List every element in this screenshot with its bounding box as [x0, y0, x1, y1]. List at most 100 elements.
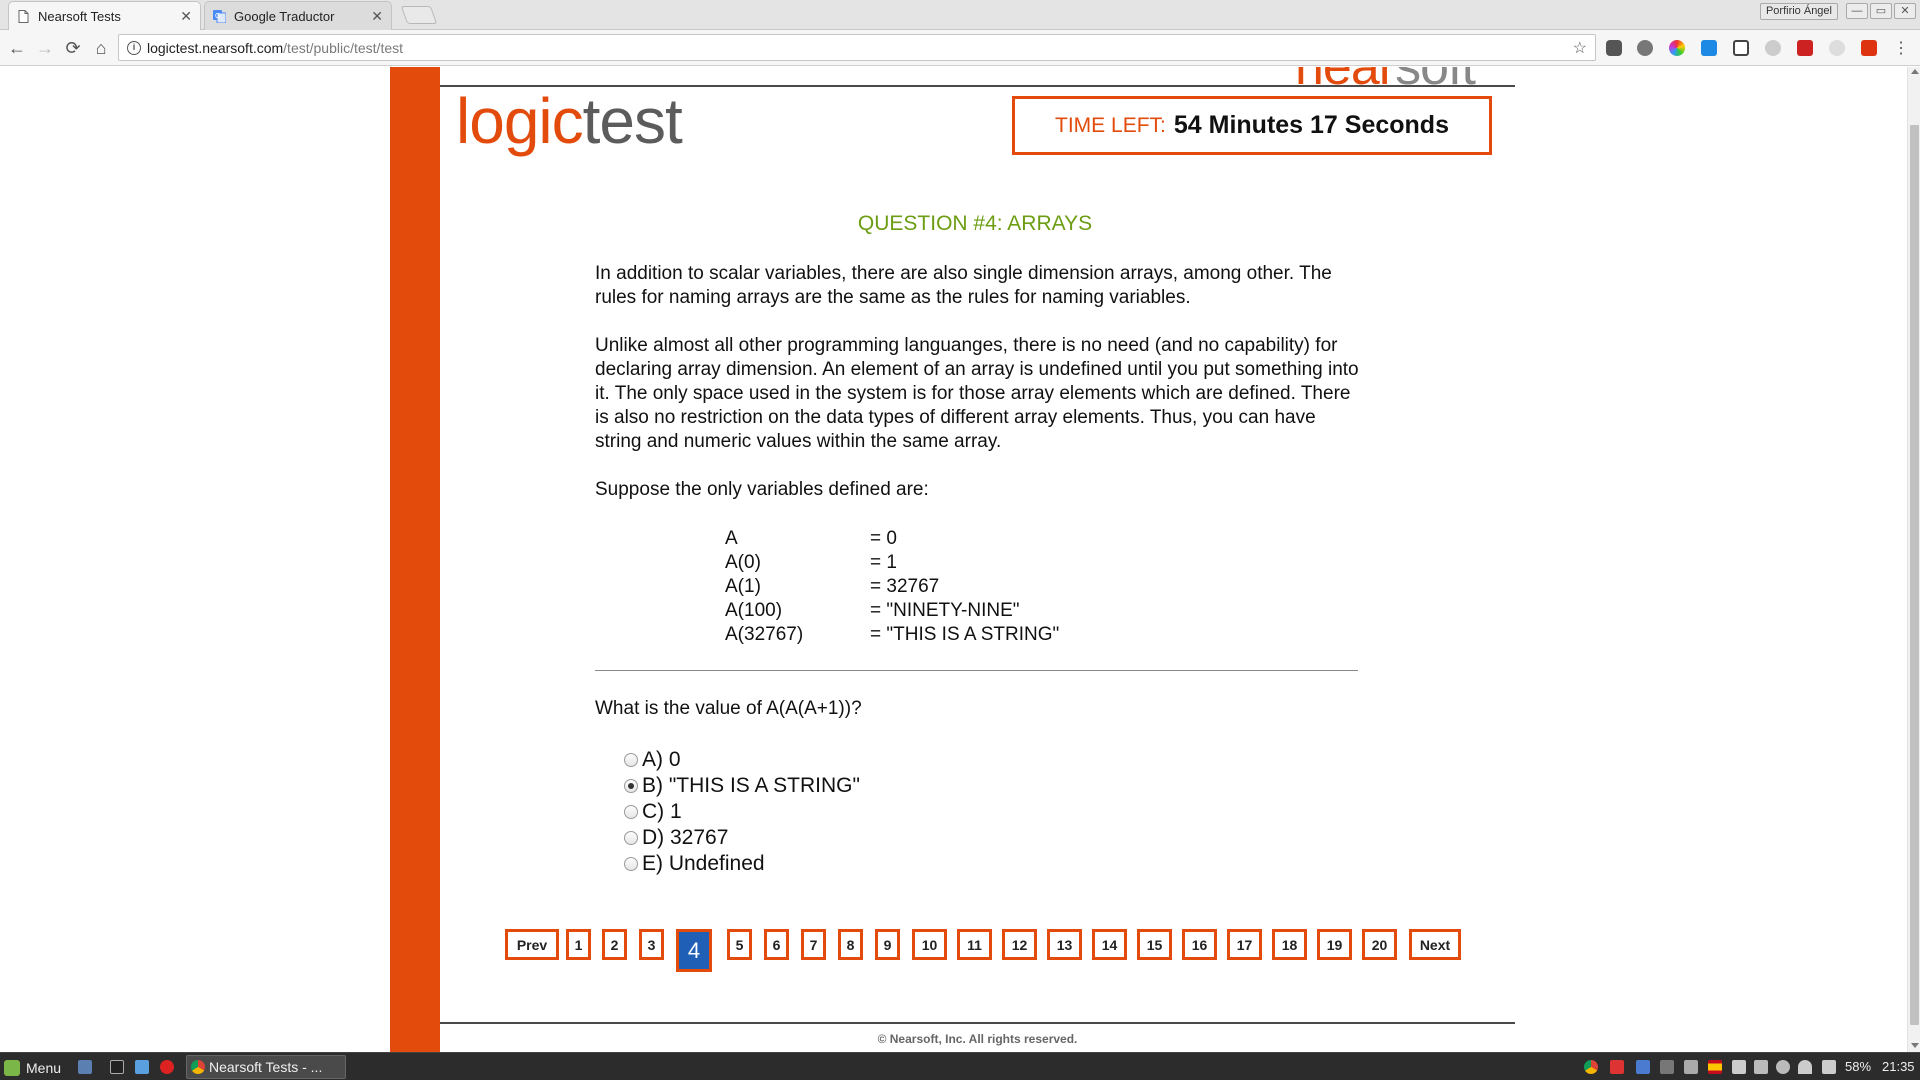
terminal-icon[interactable] [110, 1060, 124, 1074]
gmail-tray-icon[interactable] [1610, 1060, 1624, 1074]
page-button-1[interactable]: 1 [566, 929, 591, 960]
battery-icon[interactable] [1822, 1060, 1836, 1074]
shield-icon[interactable] [1636, 1060, 1650, 1074]
tab-google-traductor[interactable]: G Google Traductor ✕ [204, 1, 392, 30]
vertical-scrollbar[interactable] [1907, 67, 1920, 1052]
question-prompt: What is the value of A(A(A+1))? [595, 698, 862, 719]
taskbar-window-nearsoft-tests[interactable]: Nearsoft Tests - ... [186, 1055, 346, 1079]
page-button-9[interactable]: 9 [875, 929, 900, 960]
question-body: In addition to scalar variables, there a… [595, 262, 1365, 526]
scroll-up-arrow-icon[interactable] [1911, 69, 1919, 74]
page-button-14[interactable]: 14 [1092, 929, 1127, 960]
paragraph: Unlike almost all other programming lang… [595, 335, 1359, 452]
url-host: logictest.nearsoft.com [147, 39, 284, 56]
page-button-17[interactable]: 17 [1227, 929, 1262, 960]
scroll-thumb[interactable] [1910, 125, 1919, 1025]
page-button-15[interactable]: 15 [1137, 929, 1172, 960]
page-button-6[interactable]: 6 [764, 929, 789, 960]
mint-logo-icon [4, 1059, 20, 1076]
forward-button[interactable]: → [34, 37, 56, 59]
battery-percent: 58% [1845, 1059, 1872, 1074]
reload-button[interactable]: ⟳ [62, 37, 84, 59]
page-button-10[interactable]: 10 [912, 929, 947, 960]
keyboard-layout-es-icon[interactable] [1708, 1060, 1722, 1074]
tab-nearsoft-tests[interactable]: Nearsoft Tests ✕ [8, 1, 201, 31]
user-icon[interactable] [1776, 1060, 1790, 1074]
option-d[interactable]: D) 32767 [624, 825, 860, 851]
clipboard-icon[interactable] [1732, 1060, 1746, 1074]
option-b[interactable]: B) "THIS IS A STRING" [624, 773, 860, 799]
time-left-label: TIME LEFT: [1055, 113, 1166, 137]
svg-text:G: G [215, 13, 220, 20]
show-desktop-icon[interactable] [78, 1060, 92, 1074]
new-tab-button[interactable] [400, 6, 438, 24]
wifi-icon[interactable] [1798, 1060, 1812, 1074]
option-c[interactable]: C) 1 [624, 799, 860, 825]
page-button-11[interactable]: 11 [957, 929, 992, 960]
close-window-button[interactable]: ✕ [1894, 3, 1916, 19]
prev-button[interactable]: Prev [505, 929, 559, 960]
feather-icon[interactable] [1829, 40, 1845, 56]
radio-button-checked[interactable] [624, 779, 638, 793]
page-button-2[interactable]: 2 [602, 929, 627, 960]
clock[interactable]: 21:35 [1882, 1059, 1915, 1074]
tab-title: Nearsoft Tests [38, 9, 121, 24]
files-icon[interactable] [135, 1060, 149, 1074]
color-wheel-icon[interactable] [1669, 40, 1685, 56]
page-button-16[interactable]: 16 [1182, 929, 1217, 960]
recycle-icon[interactable] [1637, 40, 1653, 56]
answer-options: A) 0 B) "THIS IS A STRING" C) 1 D) 32767… [624, 747, 860, 877]
menu-kebab-icon[interactable]: ⋮ [1890, 37, 1912, 59]
page-button-4-current[interactable]: 4 [676, 929, 712, 972]
dropbox-icon[interactable] [1684, 1060, 1698, 1074]
question-title: QUESTION #4: ARRAYS [857, 212, 1093, 235]
cbs-icon[interactable] [1861, 40, 1877, 56]
scroll-down-arrow-icon[interactable] [1911, 1043, 1919, 1048]
page-button-5[interactable]: 5 [727, 929, 752, 960]
page-button-12[interactable]: 12 [1002, 929, 1037, 960]
close-icon[interactable]: ✕ [371, 8, 383, 25]
page-button-20[interactable]: 20 [1362, 929, 1397, 960]
os-taskbar: Menu Nearsoft Tests - ... 58% 21:35 [0, 1052, 1920, 1080]
start-menu-label: Menu [26, 1059, 62, 1076]
variable-row: A(1) = 32767 [725, 576, 940, 597]
radio-button[interactable] [624, 805, 638, 819]
maximize-button[interactable]: ▭ [1870, 3, 1892, 19]
page-button-3[interactable]: 3 [639, 929, 664, 960]
left-accent-bar [390, 67, 440, 1052]
radio-button[interactable] [624, 753, 638, 767]
variable-row: A = 0 [725, 528, 897, 549]
page-button-19[interactable]: 19 [1317, 929, 1352, 960]
back-button[interactable]: ← [6, 37, 28, 59]
bookmark-star-icon[interactable]: ☆ [1573, 38, 1587, 58]
profile-button[interactable]: Porfirio Ángel [1759, 3, 1838, 20]
close-icon[interactable]: ✕ [180, 8, 192, 25]
m-extension-icon[interactable] [1765, 40, 1781, 56]
copyright-footer: © Nearsoft, Inc. All rights reserved. [877, 1032, 1078, 1046]
minimize-button[interactable]: — [1846, 3, 1868, 19]
variable-row: A(100) = "NINETY-NINE" [725, 600, 1020, 621]
cube-icon[interactable] [1733, 40, 1749, 56]
opera-icon[interactable] [160, 1060, 174, 1074]
option-a[interactable]: A) 0 [624, 747, 860, 773]
home-button[interactable]: ⌂ [90, 37, 112, 59]
bluetooth-icon[interactable] [1660, 1060, 1674, 1074]
lastpass-icon[interactable] [1797, 40, 1813, 56]
next-button[interactable]: Next [1409, 929, 1461, 960]
chrome-tray-icon[interactable] [1584, 1060, 1598, 1074]
start-menu-button[interactable]: Menu [4, 1057, 61, 1078]
address-bar[interactable]: i logictest.nearsoft.com /test/public/te… [118, 34, 1596, 61]
trello-icon[interactable] [1701, 40, 1717, 56]
page-button-8[interactable]: 8 [838, 929, 863, 960]
radio-button[interactable] [624, 831, 638, 845]
tab-strip: Nearsoft Tests ✕ G Google Traductor ✕ Po… [0, 0, 1920, 31]
page-button-7[interactable]: 7 [801, 929, 826, 960]
page-button-18[interactable]: 18 [1272, 929, 1307, 960]
page-button-13[interactable]: 13 [1047, 929, 1082, 960]
radio-button[interactable] [624, 857, 638, 871]
page-viewport: nearsoft logictest TIME LEFT: 54 Minutes… [0, 67, 1907, 1052]
option-e[interactable]: E) Undefined [624, 851, 860, 877]
pocket-icon[interactable] [1606, 40, 1622, 56]
info-icon[interactable]: i [127, 40, 141, 55]
volume-icon[interactable] [1754, 1060, 1768, 1074]
